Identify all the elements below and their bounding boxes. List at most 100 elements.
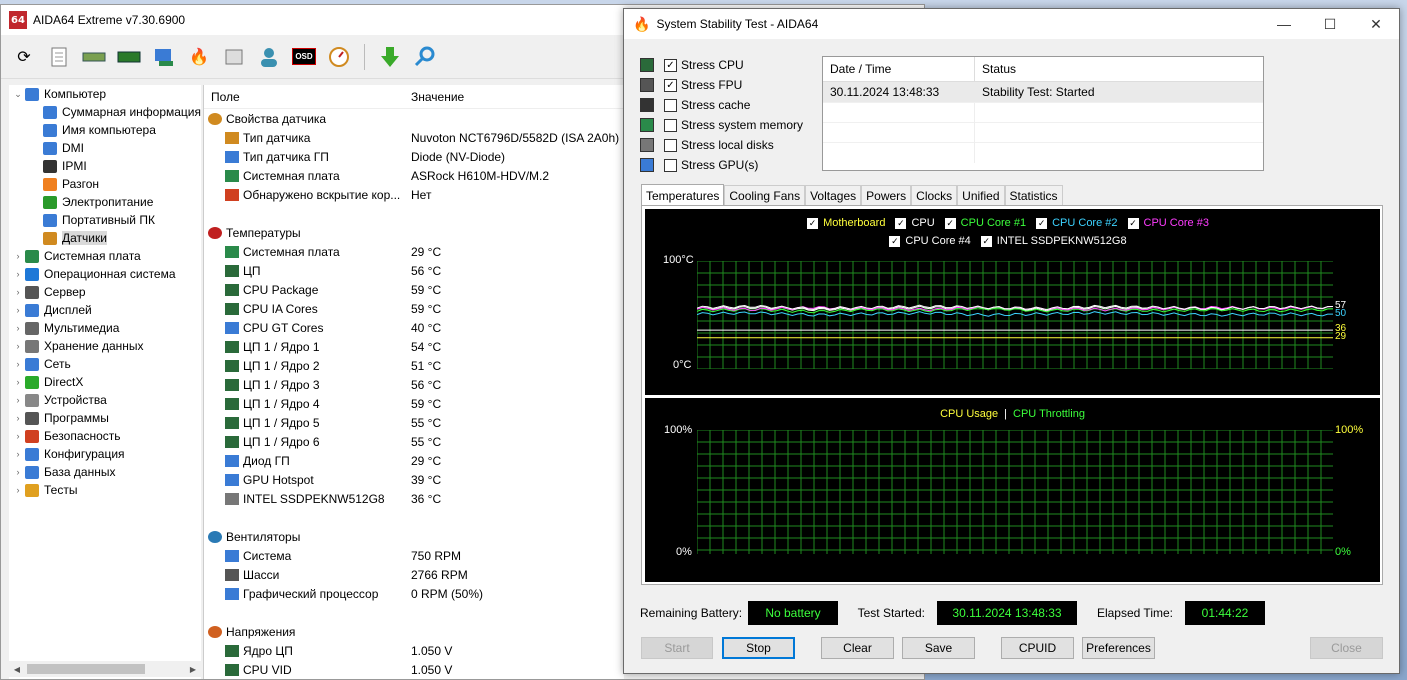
scroll-right-icon[interactable]: ▶ bbox=[185, 665, 201, 674]
column-value[interactable]: Значение bbox=[404, 90, 464, 104]
sensor-row[interactable]: ЦП 1 / Ядро 6 55 °C bbox=[204, 432, 624, 451]
expand-arrow-icon[interactable]: › bbox=[11, 269, 25, 279]
sensor-row[interactable]: INTEL SSDPEKNW512G8 36 °C bbox=[204, 489, 624, 508]
stress-checkbox[interactable] bbox=[664, 158, 677, 172]
close-window-button[interactable]: ✕ bbox=[1353, 16, 1399, 33]
expand-arrow-icon[interactable]: › bbox=[11, 431, 25, 441]
expand-arrow-icon[interactable]: › bbox=[11, 251, 25, 261]
expand-arrow-icon[interactable]: › bbox=[11, 305, 25, 315]
column-date[interactable]: Date / Time bbox=[823, 56, 975, 82]
legend-checkbox[interactable]: ✓ bbox=[1127, 217, 1139, 229]
sensor-row[interactable]: CPU GT Cores 40 °C bbox=[204, 318, 624, 337]
status-row[interactable]: 30.11.2024 13:48:33 Stability Test: Star… bbox=[823, 82, 1263, 102]
close-button[interactable]: Close bbox=[1310, 637, 1383, 659]
sensor-row[interactable]: Тип датчика Nuvoton NCT6796D/5582D (ISA 2… bbox=[204, 128, 624, 147]
sensor-row[interactable]: Система 750 RPM bbox=[204, 546, 624, 565]
stress-checkbox[interactable]: ✓ bbox=[664, 58, 677, 72]
tab-statistics[interactable]: Statistics bbox=[1004, 185, 1063, 206]
tree-item[interactable]: › Операционная система bbox=[9, 265, 201, 283]
tab-voltages[interactable]: Voltages bbox=[805, 185, 862, 206]
tree-item[interactable]: Суммарная информация bbox=[9, 103, 201, 121]
tree-item[interactable]: Имя компьютера bbox=[9, 121, 201, 139]
sensor-row[interactable]: Тип датчика ГП Diode (NV-Diode) bbox=[204, 147, 624, 166]
expand-arrow-icon[interactable]: › bbox=[11, 323, 25, 333]
tab-cooling-fans[interactable]: Cooling Fans bbox=[724, 185, 806, 206]
sensor-row[interactable]: CPU IA Cores 59 °C bbox=[204, 299, 624, 318]
legend-item[interactable]: ✓ CPU bbox=[895, 217, 935, 229]
tree-item[interactable]: › Сервер bbox=[9, 283, 201, 301]
download-arrow-icon[interactable] bbox=[377, 44, 403, 70]
tree-item[interactable]: Разгон bbox=[9, 175, 201, 193]
user-icon[interactable] bbox=[256, 44, 282, 70]
sensor-row[interactable]: ЦП 1 / Ядро 5 55 °C bbox=[204, 413, 624, 432]
start-button[interactable]: Start bbox=[641, 637, 713, 659]
sensor-row[interactable]: CPU Package 59 °C bbox=[204, 280, 624, 299]
stress-checkbox[interactable] bbox=[664, 138, 677, 152]
legend-checkbox[interactable]: ✓ bbox=[944, 217, 956, 229]
column-field[interactable]: Поле bbox=[204, 90, 404, 104]
maximize-button[interactable]: ☐ bbox=[1307, 16, 1353, 33]
memory-icon[interactable] bbox=[116, 44, 142, 70]
tree-item[interactable]: › Системная плата bbox=[9, 247, 201, 265]
tree-item[interactable]: › Хранение данных bbox=[9, 337, 201, 355]
scroll-thumb[interactable] bbox=[27, 664, 145, 674]
legend-checkbox[interactable]: ✓ bbox=[1036, 217, 1048, 229]
stress-option[interactable]: Stress cache bbox=[640, 95, 803, 115]
legend-item[interactable]: ✓ CPU Core #2 bbox=[1036, 217, 1118, 229]
sensor-row[interactable]: CPU VID 1.050 V bbox=[204, 660, 624, 679]
sensor-row[interactable]: Шасси 2766 RPM bbox=[204, 565, 624, 584]
stop-button[interactable]: Stop bbox=[722, 637, 795, 659]
legend-checkbox[interactable]: ✓ bbox=[889, 235, 901, 247]
sensor-row[interactable]: ЦП 56 °C bbox=[204, 261, 624, 280]
osd-icon[interactable]: OSD bbox=[291, 44, 317, 70]
tree-item[interactable]: › База данных bbox=[9, 463, 201, 481]
expand-arrow-icon[interactable]: ⌄ bbox=[11, 89, 25, 100]
sensor-row[interactable]: Обнаружено вскрытие кор... Нет bbox=[204, 185, 624, 204]
expand-arrow-icon[interactable]: › bbox=[11, 413, 25, 423]
legend-checkbox[interactable]: ✓ bbox=[980, 235, 992, 247]
refresh-icon[interactable]: ⟳ bbox=[11, 44, 37, 70]
sensor-row[interactable]: GPU Hotspot 39 °C bbox=[204, 470, 624, 489]
cpuid-button[interactable]: CPUID bbox=[1001, 637, 1074, 659]
expand-arrow-icon[interactable]: › bbox=[11, 485, 25, 495]
tree-item[interactable]: IPMI bbox=[9, 157, 201, 175]
sensor-row[interactable]: ЦП 1 / Ядро 1 54 °C bbox=[204, 337, 624, 356]
stress-option[interactable]: ✓ Stress FPU bbox=[640, 75, 803, 95]
tree-item[interactable]: › Дисплей bbox=[9, 301, 201, 319]
legend-item[interactable]: ✓ Motherboard bbox=[807, 217, 885, 229]
expand-arrow-icon[interactable]: › bbox=[11, 341, 25, 351]
legend-checkbox[interactable]: ✓ bbox=[895, 217, 907, 229]
tree-item[interactable]: DMI bbox=[9, 139, 201, 157]
tab-unified[interactable]: Unified bbox=[957, 185, 1005, 206]
stress-option[interactable]: Stress GPU(s) bbox=[640, 155, 803, 175]
sensor-row[interactable]: Диод ГП 29 °C bbox=[204, 451, 624, 470]
minimize-button[interactable]: — bbox=[1261, 16, 1307, 32]
motherboard-icon[interactable] bbox=[81, 44, 107, 70]
tree-item[interactable]: › DirectX bbox=[9, 373, 201, 391]
expand-arrow-icon[interactable]: › bbox=[11, 287, 25, 297]
tree-item[interactable]: › Конфигурация bbox=[9, 445, 201, 463]
tree-item[interactable]: › Сеть bbox=[9, 355, 201, 373]
stress-checkbox[interactable] bbox=[664, 98, 677, 112]
legend-item[interactable]: ✓ CPU Core #4 bbox=[889, 235, 971, 247]
sensor-row[interactable]: Графический процессор 0 RPM (50%) bbox=[204, 584, 624, 603]
column-status[interactable]: Status bbox=[975, 62, 1016, 76]
save-button[interactable]: Save bbox=[902, 637, 975, 659]
legend-item[interactable]: ✓ CPU Core #3 bbox=[1127, 217, 1209, 229]
tree-item[interactable]: › Программы bbox=[9, 409, 201, 427]
expand-arrow-icon[interactable]: › bbox=[11, 467, 25, 477]
search-icon[interactable] bbox=[412, 44, 438, 70]
clear-button[interactable]: Clear bbox=[821, 637, 894, 659]
tab-powers[interactable]: Powers bbox=[861, 185, 912, 206]
tree-item[interactable]: Портативный ПК bbox=[9, 211, 201, 229]
sensor-row[interactable]: ЦП 1 / Ядро 3 56 °C bbox=[204, 375, 624, 394]
sensor-row[interactable]: Системная плата 29 °C bbox=[204, 242, 624, 261]
sensor-row[interactable]: ЦП 1 / Ядро 2 51 °C bbox=[204, 356, 624, 375]
cpuid-icon[interactable] bbox=[221, 44, 247, 70]
legend-item[interactable]: ✓ INTEL SSDPEKNW512G8 bbox=[980, 235, 1127, 247]
tree-item[interactable]: › Тесты bbox=[9, 481, 201, 499]
stress-option[interactable]: Stress local disks bbox=[640, 135, 803, 155]
tree-item[interactable]: Датчики bbox=[9, 229, 201, 247]
expand-arrow-icon[interactable]: › bbox=[11, 449, 25, 459]
expand-arrow-icon[interactable]: › bbox=[11, 359, 25, 369]
